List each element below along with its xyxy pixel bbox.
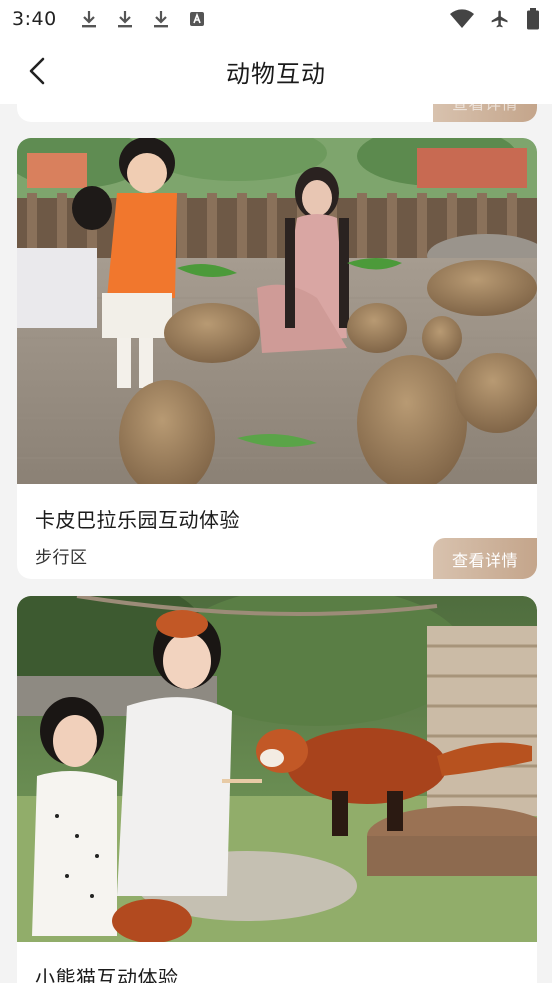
- back-button[interactable]: [18, 52, 56, 90]
- wifi-icon: [450, 9, 474, 28]
- screen: 3:40 动物互动 查看详情: [0, 0, 552, 983]
- page-title: 动物互动: [226, 59, 326, 88]
- capybara-feeding-photo[interactable]: [17, 138, 537, 484]
- battery-icon: [527, 8, 539, 30]
- status-bar: 3:40: [0, 0, 552, 38]
- status-time: 3:40: [12, 8, 57, 30]
- activity-card-partial[interactable]: 查看详情: [17, 104, 537, 122]
- view-details-button[interactable]: 查看详情: [433, 104, 537, 122]
- activity-feed[interactable]: 查看详情: [0, 104, 552, 983]
- download-icon: [153, 11, 168, 28]
- view-details-button[interactable]: 查看详情: [433, 538, 537, 579]
- download-icon: [117, 11, 132, 28]
- activity-card[interactable]: 小熊猫互动体验: [17, 596, 537, 983]
- font-a-icon: [189, 12, 204, 26]
- download-icon: [81, 11, 96, 28]
- notification-icons: [79, 9, 207, 29]
- app-header: 动物互动: [0, 38, 552, 104]
- card-title: 小熊猫互动体验: [35, 966, 179, 983]
- red-panda-feeding-photo[interactable]: [17, 596, 537, 942]
- chevron-left-icon: [29, 57, 45, 85]
- system-icons: [450, 8, 540, 30]
- card-title: 卡皮巴拉乐园互动体验: [35, 508, 240, 532]
- airplane-icon: [491, 10, 508, 28]
- card-location: 步行区: [35, 548, 88, 568]
- activity-card[interactable]: 卡皮巴拉乐园互动体验 步行区 查看详情: [17, 138, 537, 579]
